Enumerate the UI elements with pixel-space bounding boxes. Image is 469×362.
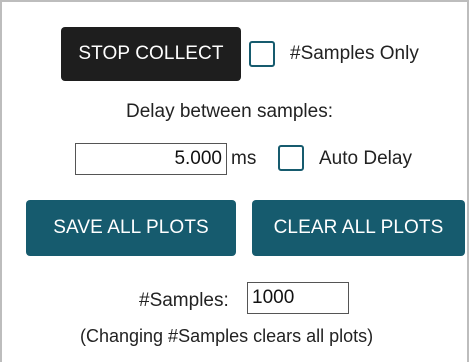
auto-delay-checkbox[interactable] [278,145,304,171]
save-all-plots-button[interactable]: SAVE ALL PLOTS [26,200,236,256]
delay-unit-label: ms [231,148,257,169]
clear-all-plots-button[interactable]: CLEAR ALL PLOTS [252,200,465,256]
samples-only-checkbox[interactable] [249,41,275,67]
samples-input[interactable] [247,282,349,314]
samples-note: (Changing #Samples clears all plots) [80,326,374,346]
auto-delay-label: Auto Delay [319,148,412,169]
stop-collect-button[interactable]: STOP COLLECT [61,27,241,81]
sampling-control-panel: STOP COLLECT #Samples Only Delay between… [0,0,469,362]
delay-input[interactable] [75,143,227,175]
delay-label: Delay between samples: [126,101,333,122]
samples-only-label: #Samples Only [290,43,419,64]
samples-label: #Samples: [139,290,229,311]
